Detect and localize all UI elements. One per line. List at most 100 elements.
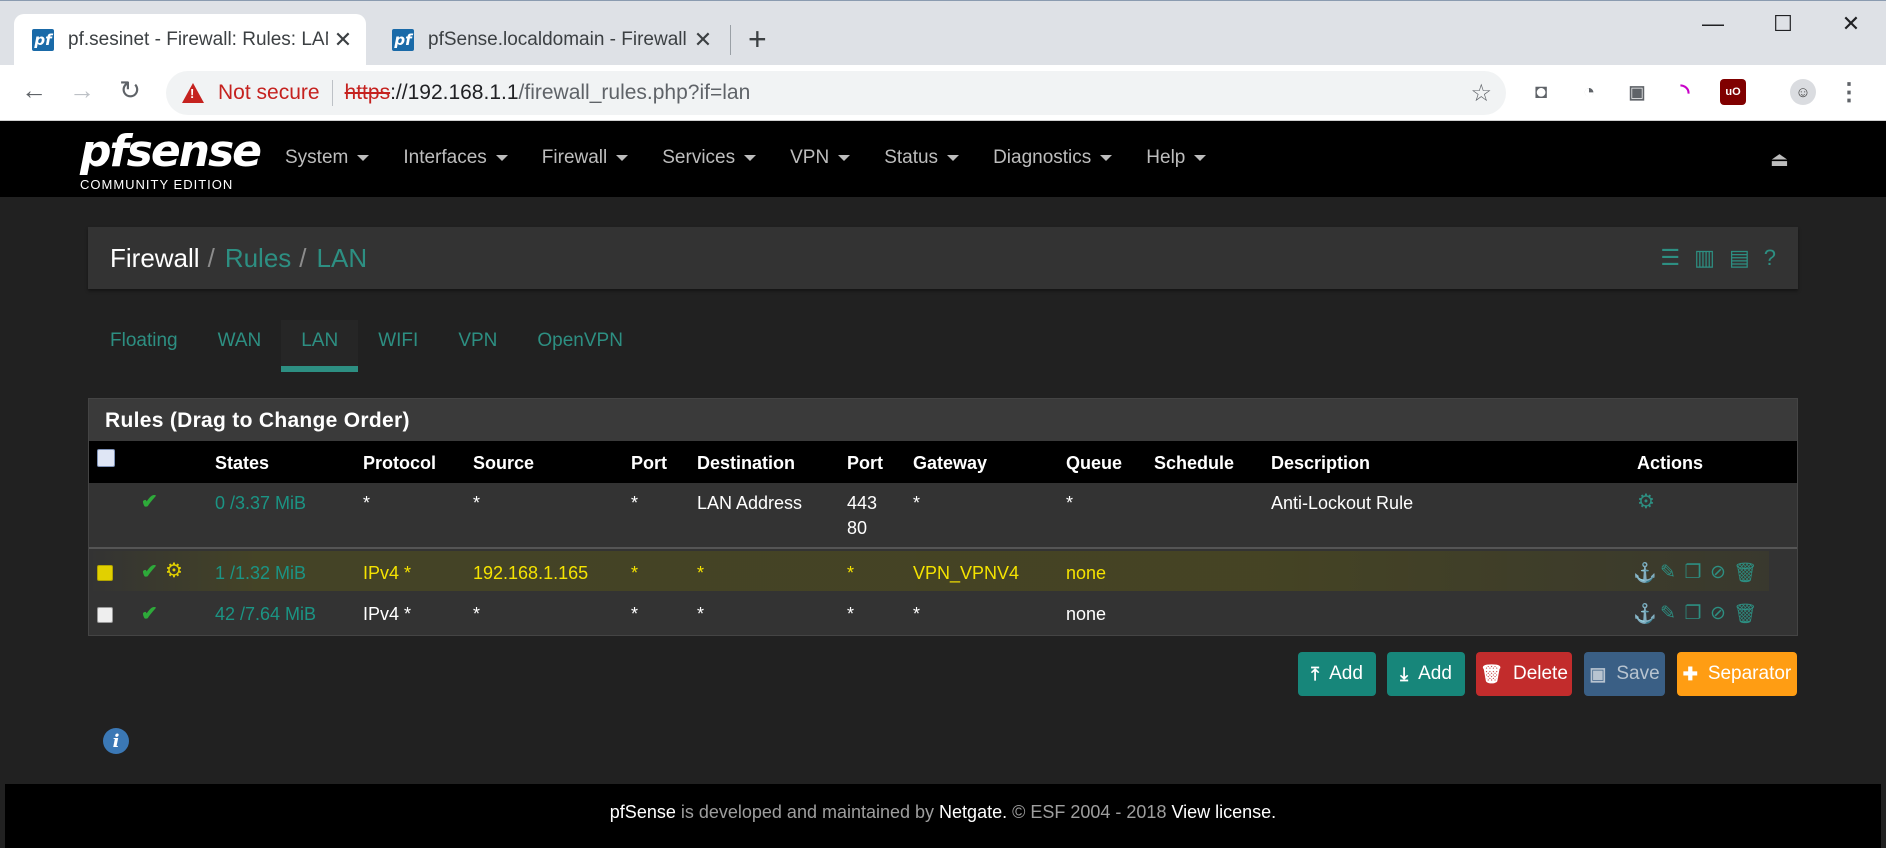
col-destination[interactable]: Destination bbox=[697, 453, 795, 474]
menu-services[interactable]: Services bbox=[662, 147, 757, 169]
tab-wan[interactable]: WAN bbox=[198, 320, 282, 372]
anchor-icon[interactable]: ⚓ bbox=[1633, 561, 1657, 585]
tab-vpn[interactable]: VPN bbox=[438, 320, 517, 372]
menu-system[interactable]: System bbox=[285, 147, 370, 169]
trash-icon: 🗑 bbox=[1480, 663, 1503, 684]
cell-description: Anti-Lockout Rule bbox=[1271, 493, 1414, 513]
minimize-button[interactable]: — bbox=[1688, 11, 1738, 37]
copy-icon[interactable]: ❐ bbox=[1683, 602, 1703, 626]
col-source-port[interactable]: Port bbox=[631, 453, 667, 474]
breadcrumb-rules[interactable]: Rules bbox=[225, 243, 291, 273]
add-rule-bottom-button[interactable]: ⤓ Add bbox=[1387, 652, 1465, 696]
edit-pencil-icon[interactable]: ✎ bbox=[1658, 602, 1678, 626]
menu-help[interactable]: Help bbox=[1146, 147, 1207, 169]
footer-netgate-link[interactable]: Netgate. bbox=[939, 802, 1007, 822]
row-checkbox[interactable] bbox=[97, 565, 113, 581]
menu-diagnostics[interactable]: Diagnostics bbox=[993, 147, 1113, 169]
table-row[interactable]: ✔ ⚙ 1 /1.32 MiB IPv4 * 192.168.1.165 * *… bbox=[89, 551, 1797, 595]
menu-status[interactable]: Status bbox=[884, 147, 960, 169]
save-button[interactable]: ▣ Save bbox=[1584, 652, 1665, 696]
logo-subtitle: COMMUNITY EDITION bbox=[80, 177, 234, 192]
tab-wifi[interactable]: WIFI bbox=[358, 320, 438, 372]
menu-label: Interfaces bbox=[403, 147, 487, 168]
breadcrumb-lan[interactable]: LAN bbox=[317, 243, 368, 273]
cell-protocol: IPv4 * bbox=[363, 563, 412, 583]
logout-icon[interactable]: ⏏ bbox=[1770, 147, 1789, 172]
col-gateway[interactable]: Gateway bbox=[913, 453, 987, 474]
col-source[interactable]: Source bbox=[473, 453, 534, 474]
footer-license-link[interactable]: View license. bbox=[1171, 802, 1276, 822]
table-row[interactable]: ✔ 0 /3.37 MiB * * * LAN Address 443 80 *… bbox=[89, 483, 1797, 549]
anchor-icon[interactable]: ⚓ bbox=[1633, 602, 1657, 626]
breadcrumb-panel: Firewall / Rules / LAN ☰ ▥ ▤ ? bbox=[88, 227, 1798, 289]
pass-check-icon: ✔ bbox=[141, 603, 158, 625]
disable-icon[interactable]: ⊘ bbox=[1708, 561, 1728, 585]
pass-check-icon: ✔ bbox=[141, 491, 158, 513]
edit-pencil-icon[interactable]: ✎ bbox=[1658, 561, 1678, 585]
bookmark-star-icon[interactable]: ☆ bbox=[1470, 79, 1492, 108]
back-button[interactable]: ← bbox=[16, 75, 52, 106]
settings-gear-icon[interactable]: ⚙ bbox=[1637, 489, 1655, 514]
close-tab-icon[interactable]: ✕ bbox=[688, 27, 718, 53]
row-actions: ⚓ ✎ ❐ ⊘ 🗑 bbox=[1633, 561, 1758, 585]
col-protocol[interactable]: Protocol bbox=[363, 453, 436, 474]
col-queue[interactable]: Queue bbox=[1066, 453, 1122, 474]
tab-openvpn[interactable]: OpenVPN bbox=[517, 320, 643, 372]
delete-trash-icon[interactable]: 🗑 bbox=[1733, 561, 1757, 585]
maximize-button[interactable]: ☐ bbox=[1758, 11, 1808, 37]
cell-source: 192.168.1.165 bbox=[473, 563, 589, 583]
cell-gateway: * bbox=[913, 604, 921, 624]
menu-vpn[interactable]: VPN bbox=[790, 147, 851, 169]
tab-floating[interactable]: Floating bbox=[90, 320, 198, 372]
table-row[interactable]: ✔ 42 /7.64 MiB IPv4 * * * * * * none ⚓ ✎… bbox=[89, 595, 1797, 635]
rss-extension-icon[interactable]: ◝ bbox=[1672, 79, 1698, 105]
browser-tab-active[interactable]: pf pf.sesinet - Firewall: Rules: LAN ✕ bbox=[14, 14, 366, 66]
cell-states[interactable]: 1 /1.32 MiB bbox=[215, 561, 306, 586]
delete-trash-icon[interactable]: 🗑 bbox=[1733, 602, 1757, 626]
col-states[interactable]: States bbox=[215, 453, 269, 474]
browser-menu-icon[interactable]: ⋮ bbox=[1836, 79, 1862, 106]
cell-destination-port: 443 bbox=[847, 493, 878, 513]
forward-button[interactable]: → bbox=[64, 75, 100, 106]
tab-lan[interactable]: LAN bbox=[281, 320, 359, 372]
cell-states[interactable]: 42 /7.64 MiB bbox=[215, 602, 316, 627]
menu-interfaces[interactable]: Interfaces bbox=[403, 147, 508, 169]
info-icon[interactable]: i bbox=[103, 728, 129, 754]
close-window-button[interactable]: ✕ bbox=[1826, 11, 1876, 37]
add-rule-top-button[interactable]: ⤒ Add bbox=[1298, 652, 1376, 696]
col-description[interactable]: Description bbox=[1271, 453, 1370, 474]
menu-label: Status bbox=[884, 147, 939, 168]
cell-destination: * bbox=[697, 604, 705, 624]
close-tab-icon[interactable]: ✕ bbox=[328, 27, 358, 53]
help-icon[interactable]: ? bbox=[1764, 245, 1776, 271]
ublock-extension-icon[interactable]: uO bbox=[1720, 79, 1746, 105]
speed-extension-icon[interactable]: ◔ bbox=[1576, 79, 1602, 105]
row-checkbox[interactable] bbox=[97, 607, 113, 623]
rules-panel-title: Rules (Drag to Change Order) bbox=[89, 399, 1797, 441]
copy-icon[interactable]: ❐ bbox=[1683, 561, 1703, 585]
address-bar[interactable]: Not secure https://192.168.1.1/firewall_… bbox=[166, 71, 1506, 115]
delete-button[interactable]: 🗑 Delete bbox=[1476, 652, 1572, 696]
reload-button[interactable]: ↻ bbox=[112, 75, 148, 106]
new-tab-button[interactable]: + bbox=[748, 21, 767, 57]
cell-states[interactable]: 0 /3.37 MiB bbox=[215, 491, 306, 516]
footer: pfSense is developed and maintained by N… bbox=[5, 784, 1881, 848]
footer-brand-link[interactable]: pfSense bbox=[610, 802, 676, 822]
separator-button[interactable]: ✚ Separator bbox=[1677, 652, 1797, 696]
pfsense-logo[interactable]: pfsense COMMUNITY EDITION bbox=[80, 129, 262, 193]
pfsense-favicon-icon: pf bbox=[392, 29, 414, 51]
window-extension-icon[interactable]: ▣ bbox=[1624, 79, 1650, 105]
col-destination-port[interactable]: Port bbox=[847, 453, 883, 474]
camera-extension-icon[interactable]: ◘ bbox=[1528, 79, 1554, 105]
log-table-icon[interactable]: ▤ bbox=[1729, 245, 1750, 271]
profile-avatar-icon[interactable]: ☺ bbox=[1790, 79, 1816, 105]
col-schedule[interactable]: Schedule bbox=[1154, 453, 1234, 474]
select-all-checkbox[interactable] bbox=[97, 449, 115, 467]
bar-chart-icon[interactable]: ▥ bbox=[1694, 245, 1715, 271]
disable-icon[interactable]: ⊘ bbox=[1708, 602, 1728, 626]
menu-firewall[interactable]: Firewall bbox=[542, 147, 629, 169]
browser-tab-inactive[interactable]: pf pfSense.localdomain - Firewall: N ✕ bbox=[374, 14, 726, 66]
sliders-icon[interactable]: ☰ bbox=[1660, 245, 1680, 271]
not-secure-label[interactable]: Not secure bbox=[218, 81, 320, 105]
row-actions: ⚓ ✎ ❐ ⊘ 🗑 bbox=[1633, 602, 1758, 626]
